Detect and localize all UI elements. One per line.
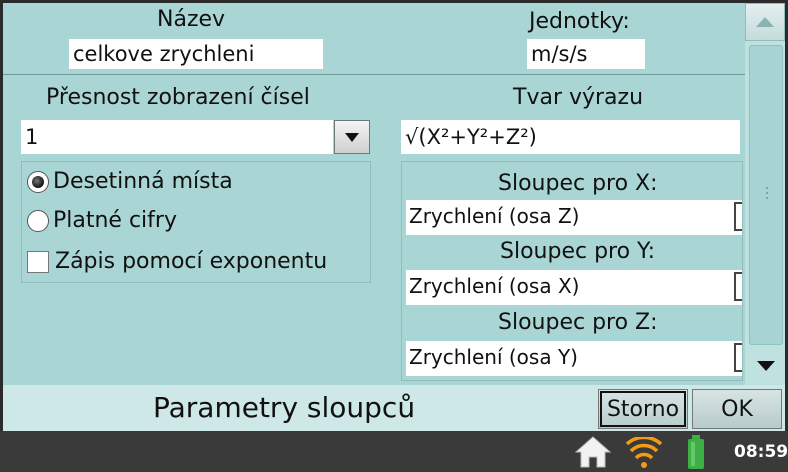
name-label: Název (157, 7, 226, 32)
column-x-label: Sloupec pro X: (498, 171, 658, 196)
chevron-down-icon (345, 132, 359, 142)
precision-label: Přesnost zobrazení čísel (46, 85, 310, 110)
decimal-places-label: Desetinná místa (53, 169, 233, 194)
checkbox-icon[interactable] (27, 250, 49, 273)
scroll-thumb[interactable] (749, 45, 783, 345)
chevron-down-icon (757, 361, 775, 371)
scroll-down-button[interactable] (747, 349, 785, 383)
column-x-select[interactable]: Zrychlení (osa Z) (406, 200, 742, 235)
dialog-footer: Parametry sloupců Storno OK (3, 385, 785, 431)
status-bar: 08:59 (0, 431, 788, 472)
home-icon[interactable] (574, 435, 612, 469)
screen: Název celkove zrychleni Jednotky: m/s/s … (0, 0, 788, 472)
column-z-value: Zrychlení (osa Y) (409, 345, 578, 369)
dialog-title: Parametry sloupců (153, 391, 416, 424)
chevron-up-icon (756, 17, 774, 27)
column-z-label: Sloupec pro Z: (498, 310, 658, 335)
battery-icon (688, 435, 704, 469)
units-input[interactable]: m/s/s (527, 39, 645, 69)
field-edge (734, 343, 742, 372)
significant-figures-option[interactable]: Platné cifry (27, 208, 177, 233)
column-z-select[interactable]: Zrychlení (osa Y) (406, 341, 742, 376)
expression-label: Tvar výrazu (513, 85, 644, 110)
field-edge (734, 272, 742, 301)
units-label: Jednotky: (529, 9, 630, 34)
divider (3, 74, 745, 75)
precision-dropdown-button[interactable] (334, 120, 370, 154)
name-input[interactable]: celkove zrychleni (69, 39, 323, 69)
clock: 08:59 (734, 442, 788, 462)
exponent-notation-label: Zápis pomocí exponentu (55, 249, 328, 274)
cancel-button[interactable]: Storno (598, 389, 688, 429)
wifi-icon (626, 437, 662, 468)
column-parameters-dialog: Název celkove zrychleni Jednotky: m/s/s … (3, 3, 785, 431)
precision-select[interactable]: 1 (21, 120, 333, 154)
exponent-notation-option[interactable]: Zápis pomocí exponentu (27, 249, 327, 274)
column-x-value: Zrychlení (osa Z) (409, 204, 580, 228)
expression-input[interactable]: √(X²+Y²+Z²) (401, 120, 740, 154)
radio-unselected-icon[interactable] (27, 209, 49, 232)
column-y-select[interactable]: Zrychlení (osa X) (406, 270, 742, 305)
significant-figures-label: Platné cifry (53, 208, 177, 233)
grip-icon (766, 187, 768, 199)
decimal-places-option[interactable]: Desetinná místa (27, 169, 233, 194)
scroll-up-button[interactable] (745, 3, 785, 41)
ok-button[interactable]: OK (692, 389, 782, 429)
column-y-value: Zrychlení (osa X) (409, 274, 580, 298)
field-edge (734, 202, 742, 231)
radio-selected-icon[interactable] (27, 170, 49, 193)
column-y-label: Sloupec pro Y: (500, 239, 655, 264)
